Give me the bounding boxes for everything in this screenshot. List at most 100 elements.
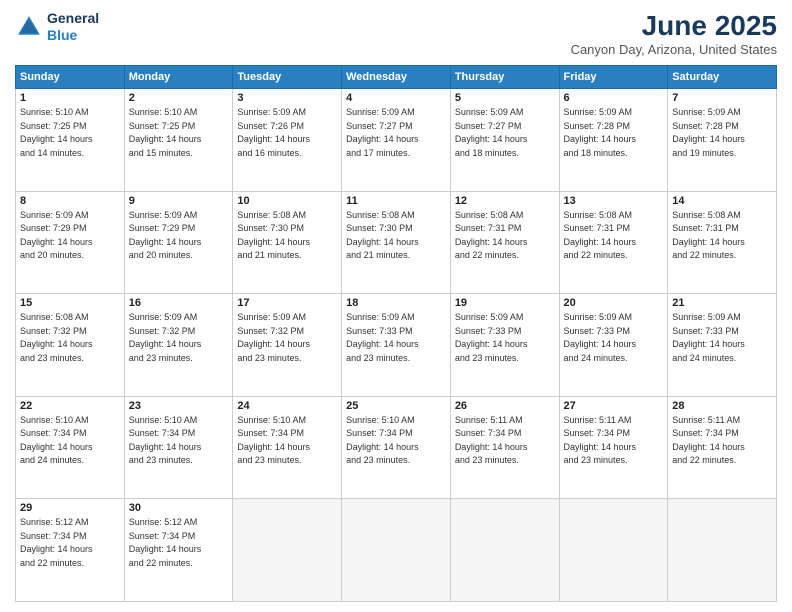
day-info: Sunrise: 5:08 AMSunset: 7:31 PMDaylight:… — [564, 209, 664, 263]
calendar-cell — [233, 499, 342, 602]
calendar-cell: 21Sunrise: 5:09 AMSunset: 7:33 PMDayligh… — [668, 294, 777, 397]
calendar-cell: 22 Sunrise: 5:10 AMSunset: 7:34 PMDayligh… — [16, 396, 125, 499]
calendar-cell: 28 Sunrise: 5:11 AMSunset: 7:34 PMDayligh… — [668, 396, 777, 499]
day-info: Sunrise: 5:09 AMSunset: 7:26 PMDaylight:… — [237, 106, 337, 160]
day-info: Sunrise: 5:12 AMSunset: 7:34 PMDaylight:… — [20, 516, 120, 570]
day-info: Sunrise: 5:09 AMSunset: 7:32 PMDaylight:… — [129, 311, 229, 365]
calendar-cell: 25 Sunrise: 5:10 AMSunset: 7:34 PMDayligh… — [342, 396, 451, 499]
calendar-cell: 19 Sunrise: 5:09 AMSunset: 7:33 PMDayligh… — [450, 294, 559, 397]
calendar-cell: 9 Sunrise: 5:09 AMSunset: 7:29 PMDaylight… — [124, 191, 233, 294]
day-number: 28 — [672, 400, 772, 412]
day-number: 8 — [20, 195, 120, 207]
day-info: Sunrise: 5:08 AMSunset: 7:31 PMDaylight:… — [672, 209, 772, 263]
day-number: 3 — [237, 92, 337, 104]
day-info: Sunrise: 5:09 AMSunset: 7:33 PMDaylight:… — [455, 311, 555, 365]
col-tuesday: Tuesday — [233, 66, 342, 89]
calendar-cell: 2 Sunrise: 5:10 AMSunset: 7:25 PMDaylight… — [124, 89, 233, 192]
title-area: June 2025 Canyon Day, Arizona, United St… — [571, 10, 777, 57]
calendar-cell: 6 Sunrise: 5:09 AMSunset: 7:28 PMDaylight… — [559, 89, 668, 192]
day-number: 1 — [20, 92, 120, 104]
day-info: Sunrise: 5:11 AMSunset: 7:34 PMDaylight:… — [564, 414, 664, 468]
calendar-cell: 10Sunrise: 5:08 AMSunset: 7:30 PMDayligh… — [233, 191, 342, 294]
day-info: Sunrise: 5:11 AMSunset: 7:34 PMDaylight:… — [672, 414, 772, 468]
day-number: 25 — [346, 400, 446, 412]
col-saturday: Saturday — [668, 66, 777, 89]
calendar-row-3: 15 Sunrise: 5:08 AMSunset: 7:32 PMDayligh… — [16, 294, 777, 397]
col-thursday: Thursday — [450, 66, 559, 89]
calendar-row-4: 22 Sunrise: 5:10 AMSunset: 7:34 PMDayligh… — [16, 396, 777, 499]
day-info: Sunrise: 5:11 AMSunset: 7:34 PMDaylight:… — [455, 414, 555, 468]
day-info: Sunrise: 5:09 AMSunset: 7:28 PMDaylight:… — [564, 106, 664, 160]
day-info: Sunrise: 5:08 AMSunset: 7:31 PMDaylight:… — [455, 209, 555, 263]
col-sunday: Sunday — [16, 66, 125, 89]
day-info: Sunrise: 5:10 AMSunset: 7:25 PMDaylight:… — [129, 106, 229, 160]
day-info: Sunrise: 5:09 AMSunset: 7:27 PMDaylight:… — [455, 106, 555, 160]
calendar-cell: 11Sunrise: 5:08 AMSunset: 7:30 PMDayligh… — [342, 191, 451, 294]
day-info: Sunrise: 5:10 AMSunset: 7:34 PMDaylight:… — [237, 414, 337, 468]
day-number: 17 — [237, 297, 337, 309]
calendar-cell: 13 Sunrise: 5:08 AMSunset: 7:31 PMDayligh… — [559, 191, 668, 294]
calendar-cell: 27Sunrise: 5:11 AMSunset: 7:34 PMDayligh… — [559, 396, 668, 499]
day-info: Sunrise: 5:09 AMSunset: 7:33 PMDaylight:… — [346, 311, 446, 365]
day-number: 26 — [455, 400, 555, 412]
calendar-cell: 3 Sunrise: 5:09 AMSunset: 7:26 PMDaylight… — [233, 89, 342, 192]
day-number: 5 — [455, 92, 555, 104]
logo-icon — [15, 13, 43, 41]
calendar-cell: 5 Sunrise: 5:09 AMSunset: 7:27 PMDaylight… — [450, 89, 559, 192]
day-number: 22 — [20, 400, 120, 412]
calendar-cell: 7Sunrise: 5:09 AMSunset: 7:28 PMDaylight… — [668, 89, 777, 192]
calendar-cell — [668, 499, 777, 602]
day-info: Sunrise: 5:08 AMSunset: 7:32 PMDaylight:… — [20, 311, 120, 365]
day-number: 9 — [129, 195, 229, 207]
day-info: Sunrise: 5:10 AMSunset: 7:34 PMDaylight:… — [20, 414, 120, 468]
day-info: Sunrise: 5:09 AMSunset: 7:32 PMDaylight:… — [237, 311, 337, 365]
calendar-table: Sunday Monday Tuesday Wednesday Thursday… — [15, 65, 777, 602]
calendar-cell: 30 Sunrise: 5:12 AMSunset: 7:34 PMDayligh… — [124, 499, 233, 602]
day-number: 14 — [672, 195, 772, 207]
location-title: Canyon Day, Arizona, United States — [571, 42, 777, 57]
page: General Blue June 2025 Canyon Day, Arizo… — [0, 0, 792, 612]
calendar-cell: 1 Sunrise: 5:10 AMSunset: 7:25 PMDaylight… — [16, 89, 125, 192]
col-wednesday: Wednesday — [342, 66, 451, 89]
calendar-row-5: 29 Sunrise: 5:12 AMSunset: 7:34 PMDayligh… — [16, 499, 777, 602]
day-number: 7 — [672, 92, 772, 104]
day-number: 16 — [129, 297, 229, 309]
calendar-cell: 12Sunrise: 5:08 AMSunset: 7:31 PMDayligh… — [450, 191, 559, 294]
day-number: 4 — [346, 92, 446, 104]
day-info: Sunrise: 5:12 AMSunset: 7:34 PMDaylight:… — [129, 516, 229, 570]
col-monday: Monday — [124, 66, 233, 89]
calendar-cell: 24Sunrise: 5:10 AMSunset: 7:34 PMDayligh… — [233, 396, 342, 499]
day-info: Sunrise: 5:09 AMSunset: 7:29 PMDaylight:… — [20, 209, 120, 263]
calendar-row-1: 1 Sunrise: 5:10 AMSunset: 7:25 PMDaylight… — [16, 89, 777, 192]
day-number: 23 — [129, 400, 229, 412]
day-number: 2 — [129, 92, 229, 104]
day-info: Sunrise: 5:10 AMSunset: 7:34 PMDaylight:… — [346, 414, 446, 468]
day-number: 21 — [672, 297, 772, 309]
day-number: 15 — [20, 297, 120, 309]
day-number: 11 — [346, 195, 446, 207]
calendar-cell — [450, 499, 559, 602]
calendar-cell: 20 Sunrise: 5:09 AMSunset: 7:33 PMDayligh… — [559, 294, 668, 397]
calendar-cell — [559, 499, 668, 602]
day-number: 19 — [455, 297, 555, 309]
calendar-cell: 18Sunrise: 5:09 AMSunset: 7:33 PMDayligh… — [342, 294, 451, 397]
day-info: Sunrise: 5:09 AMSunset: 7:29 PMDaylight:… — [129, 209, 229, 263]
day-number: 20 — [564, 297, 664, 309]
day-number: 13 — [564, 195, 664, 207]
day-number: 10 — [237, 195, 337, 207]
calendar-cell: 16 Sunrise: 5:09 AMSunset: 7:32 PMDayligh… — [124, 294, 233, 397]
calendar-cell: 29 Sunrise: 5:12 AMSunset: 7:34 PMDayligh… — [16, 499, 125, 602]
day-info: Sunrise: 5:10 AMSunset: 7:34 PMDaylight:… — [129, 414, 229, 468]
day-info: Sunrise: 5:09 AMSunset: 7:33 PMDaylight:… — [564, 311, 664, 365]
logo-general: General — [47, 10, 99, 27]
day-number: 30 — [129, 502, 229, 514]
day-number: 6 — [564, 92, 664, 104]
calendar-cell: 26 Sunrise: 5:11 AMSunset: 7:34 PMDayligh… — [450, 396, 559, 499]
calendar-cell: 17 Sunrise: 5:09 AMSunset: 7:32 PMDayligh… — [233, 294, 342, 397]
calendar-cell: 14 Sunrise: 5:08 AMSunset: 7:31 PMDayligh… — [668, 191, 777, 294]
day-number: 29 — [20, 502, 120, 514]
logo: General Blue — [15, 10, 99, 44]
day-info: Sunrise: 5:10 AMSunset: 7:25 PMDaylight:… — [20, 106, 120, 160]
calendar-cell: 15 Sunrise: 5:08 AMSunset: 7:32 PMDayligh… — [16, 294, 125, 397]
calendar-row-2: 8 Sunrise: 5:09 AMSunset: 7:29 PMDaylight… — [16, 191, 777, 294]
